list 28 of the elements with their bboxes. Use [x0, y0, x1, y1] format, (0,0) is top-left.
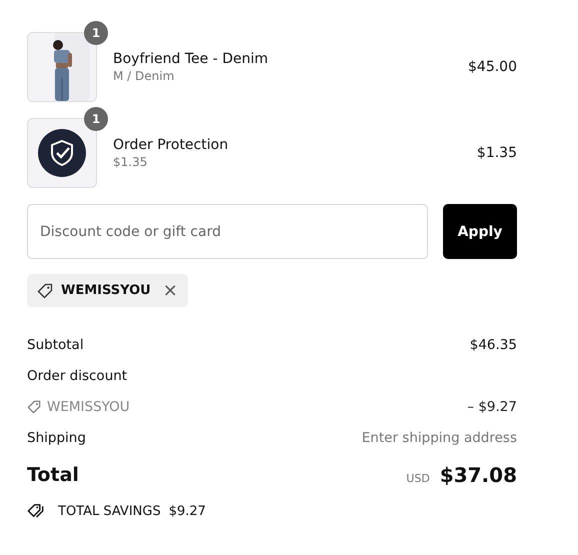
remove-button[interactable]: ×	[158, 282, 178, 300]
total-label: Total	[27, 464, 79, 486]
quantity-badge: 1	[84, 107, 108, 131]
total-savings-amount: $9.27	[168, 504, 206, 518]
shield-check-icon	[38, 129, 86, 177]
discount-amount: – $9.27	[467, 398, 517, 414]
quantity-badge: 1	[84, 21, 108, 45]
shipping-label: Shipping	[27, 430, 86, 446]
product-variant: $1.35	[113, 155, 148, 169]
total-savings-label: TOTAL SAVINGS	[58, 504, 161, 518]
subtotal-label: Subtotal	[27, 336, 84, 352]
tags-icon	[27, 503, 46, 519]
product-variant: M / Denim	[113, 69, 176, 83]
order-discount-label: Order discount	[27, 368, 128, 384]
currency-code: USD	[406, 472, 430, 485]
discount-code-field[interactable]: Discount code or gift card	[27, 204, 428, 259]
apply-button[interactable]: Apply	[443, 204, 517, 259]
total-amount: $37.08	[440, 463, 517, 487]
product-price: $45.00	[468, 59, 517, 75]
tag-icon	[37, 282, 53, 298]
product-price: $1.35	[476, 145, 517, 161]
shipping-note: Enter shipping address	[362, 430, 517, 446]
product-name: Boyfriend Tee - Denim	[113, 51, 269, 67]
tag-icon	[27, 400, 41, 414]
discount-code: WEMISSYOU	[47, 398, 130, 414]
product-name: Order Protection	[113, 137, 230, 153]
discount-code: WEMISSYOU	[61, 283, 151, 298]
subtotal-amount: $46.35	[470, 336, 517, 352]
